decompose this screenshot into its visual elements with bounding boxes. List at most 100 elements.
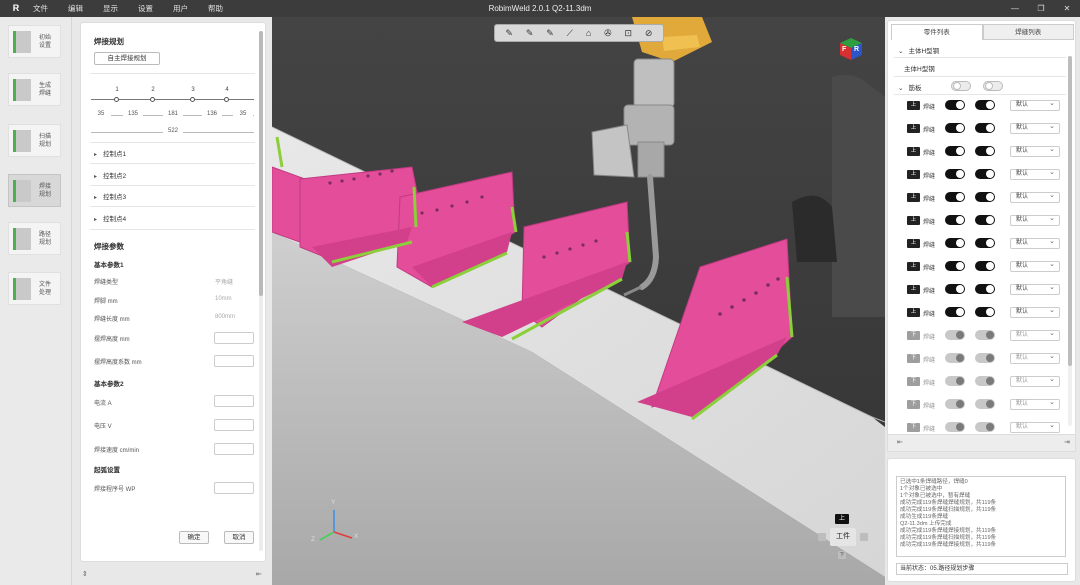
frame-tool-icon[interactable]: ⊡ [625, 26, 633, 40]
seam-option-select[interactable]: 默认 [1010, 352, 1060, 364]
seam-select-toggle[interactable] [975, 399, 995, 409]
voltage-input[interactable] [214, 419, 254, 431]
wrench-tool-icon[interactable]: ✇ [604, 26, 612, 40]
view-cube[interactable]: F R [838, 36, 864, 62]
close-button[interactable]: ✕ [1054, 0, 1080, 17]
view-up-button[interactable]: 上 [835, 514, 849, 524]
tab-parts[interactable]: 零件列表 [891, 24, 983, 40]
tree-subgroup[interactable]: ⌄ 筋板 [898, 82, 921, 92]
seam-select-toggle[interactable] [975, 192, 995, 202]
seam-select-toggle[interactable] [975, 146, 995, 156]
tree-group[interactable]: ⌄ 主体H型钢 [898, 45, 939, 55]
wp-input[interactable] [214, 482, 254, 494]
weave-height-input[interactable] [214, 332, 254, 344]
seam-visibility-toggle[interactable] [945, 100, 965, 110]
control-node[interactable] [190, 97, 195, 102]
seam-option-select[interactable]: 默认 [1010, 237, 1060, 249]
seam-visibility-toggle[interactable] [945, 399, 965, 409]
view-left-button[interactable] [818, 533, 826, 541]
menu-edit[interactable]: 编辑 [68, 3, 83, 14]
menu-settings[interactable]: 设置 [138, 3, 153, 14]
control-node[interactable] [114, 97, 119, 102]
seam-select-toggle[interactable] [975, 261, 995, 271]
seam-visibility-toggle[interactable] [945, 422, 965, 432]
sidebar-item-weld-planning[interactable]: 焊接规划 [8, 174, 61, 207]
control-node[interactable] [150, 97, 155, 102]
view-down-button[interactable]: 下 [838, 551, 846, 559]
seam-option-select[interactable]: 默认 [1010, 283, 1060, 295]
seam-select-toggle[interactable] [975, 353, 995, 363]
seam-visibility-toggle[interactable] [945, 307, 965, 317]
3d-viewport[interactable]: ✎ ✎ ✎ ⟋ ⌂ ✇ ⊡ ⊘ F R Y X Z 上 工件 下 [272, 17, 885, 585]
scroll-end-icon[interactable]: ⇥ [1064, 438, 1070, 446]
seam-option-select[interactable]: 默认 [1010, 260, 1060, 272]
parts-scrollbar[interactable] [1068, 56, 1072, 426]
seam-visibility-toggle[interactable] [945, 376, 965, 386]
expand-icon[interactable]: ⇕ [82, 570, 88, 578]
seam-option-select[interactable]: 默认 [1010, 168, 1060, 180]
seam-select-toggle[interactable] [975, 330, 995, 340]
seam-visibility-toggle[interactable] [945, 192, 965, 202]
sidebar-item-scan-planning[interactable]: 扫描规划 [8, 124, 61, 157]
seam-select-toggle[interactable] [975, 376, 995, 386]
group-select-toggle[interactable] [983, 81, 1003, 91]
seam-option-select[interactable]: 默认 [1010, 421, 1060, 433]
panel-scrollbar[interactable] [259, 31, 263, 551]
seam-option-select[interactable]: 默认 [1010, 99, 1060, 111]
weave-coef-input[interactable] [214, 355, 254, 367]
sidebar-item-initial-settings[interactable]: 初始设置 [8, 25, 61, 58]
menu-view[interactable]: 显示 [103, 3, 118, 14]
view-right-button[interactable] [860, 533, 868, 541]
view-workpiece-button[interactable]: 工件 [830, 528, 856, 546]
minimize-button[interactable]: — [1002, 0, 1028, 17]
tree-item[interactable]: 主体H型钢 [904, 63, 935, 73]
speed-input[interactable] [214, 443, 254, 455]
draw-tool-icon[interactable]: ✎ [526, 26, 534, 40]
scroll-start-icon[interactable]: ⇤ [897, 438, 903, 446]
draw-tool-icon[interactable]: ✎ [505, 26, 513, 40]
seam-select-toggle[interactable] [975, 123, 995, 133]
menu-file[interactable]: 文件 [33, 3, 48, 14]
seam-option-select[interactable]: 默认 [1010, 329, 1060, 341]
menu-user[interactable]: 用户 [173, 3, 188, 14]
cancel-button[interactable]: 取消 [224, 531, 254, 544]
seam-option-select[interactable]: 默认 [1010, 145, 1060, 157]
seam-select-toggle[interactable] [975, 100, 995, 110]
seam-select-toggle[interactable] [975, 169, 995, 179]
seam-visibility-toggle[interactable] [945, 284, 965, 294]
tab-seams[interactable]: 焊缝列表 [982, 24, 1074, 40]
current-input[interactable] [214, 395, 254, 407]
seam-visibility-toggle[interactable] [945, 330, 965, 340]
seam-option-select[interactable]: 默认 [1010, 398, 1060, 410]
seam-option-select[interactable]: 默认 [1010, 306, 1060, 318]
group-visibility-toggle[interactable] [951, 81, 971, 91]
seam-visibility-toggle[interactable] [945, 123, 965, 133]
fixture-tool-icon[interactable]: ⌂ [586, 26, 591, 40]
seam-visibility-toggle[interactable] [945, 169, 965, 179]
hide-tool-icon[interactable]: ⊘ [645, 26, 653, 40]
seam-option-select[interactable]: 默认 [1010, 191, 1060, 203]
robot-tool-icon[interactable]: ⟋ [567, 26, 573, 40]
seam-select-toggle[interactable] [975, 284, 995, 294]
seam-visibility-toggle[interactable] [945, 238, 965, 248]
sidebar-item-file-processing[interactable]: 文件处理 [8, 272, 61, 305]
seam-option-select[interactable]: 默认 [1010, 214, 1060, 226]
log-output[interactable]: 已选中1条焊缝路径，焊缝0 1个对象已被选中 1个对象已被选中，暂有焊缝 成功完成11… [896, 476, 1066, 557]
collapse-icon[interactable]: ⇤ [256, 570, 262, 578]
sidebar-item-path-planning[interactable]: 路径规划 [8, 222, 61, 255]
sidebar-item-generate-seams[interactable]: 生成焊缝 [8, 73, 61, 106]
seam-visibility-toggle[interactable] [945, 215, 965, 225]
seam-visibility-toggle[interactable] [945, 261, 965, 271]
control-point-1[interactable]: ▸ 控制点1 [94, 148, 126, 158]
menu-help[interactable]: 帮助 [208, 3, 223, 14]
draw-tool-icon[interactable]: ✎ [546, 26, 554, 40]
seam-select-toggle[interactable] [975, 238, 995, 248]
control-point-2[interactable]: ▸ 控制点2 [94, 170, 126, 180]
seam-visibility-toggle[interactable] [945, 353, 965, 363]
maximize-button[interactable]: ❐ [1028, 0, 1054, 17]
seam-option-select[interactable]: 默认 [1010, 375, 1060, 387]
auto-plan-button[interactable]: 自主焊接规划 [94, 52, 160, 65]
seam-visibility-toggle[interactable] [945, 146, 965, 156]
ok-button[interactable]: 确定 [179, 531, 209, 544]
control-point-3[interactable]: ▸ 控制点3 [94, 191, 126, 201]
